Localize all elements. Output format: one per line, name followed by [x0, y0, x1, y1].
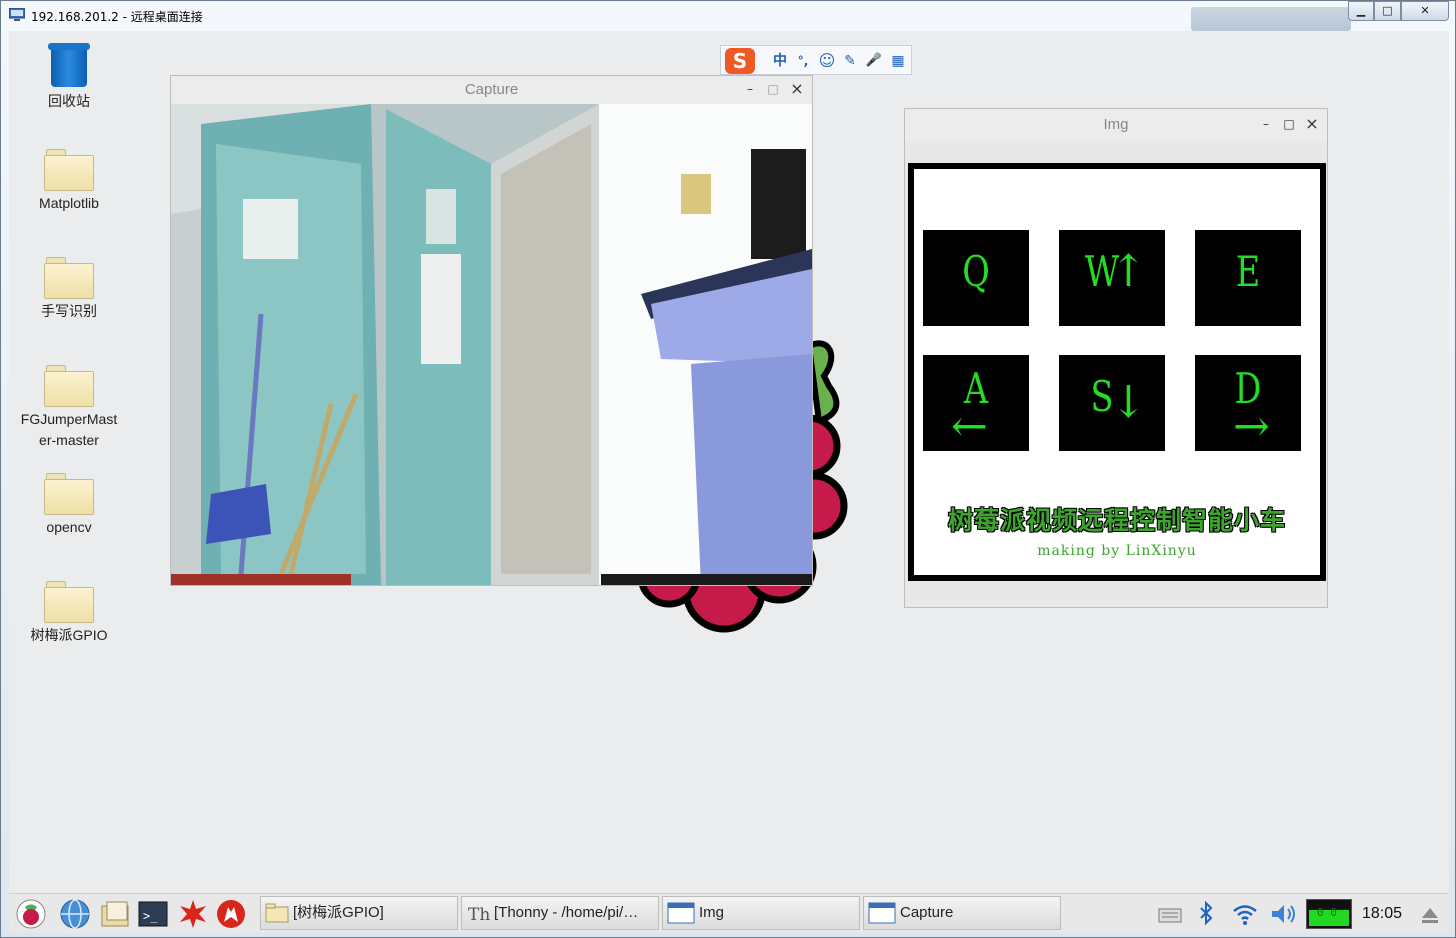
task-label: Capture: [900, 904, 954, 921]
desktop-icon-label: opencv: [46, 519, 92, 535]
taskbar-task-capture[interactable]: Capture: [863, 896, 1061, 930]
minimize-button[interactable]: ▁: [1348, 1, 1374, 21]
window-icon: [868, 902, 896, 924]
raspberry-menu-icon[interactable]: [15, 898, 47, 930]
key-s: S ↓: [1059, 355, 1165, 451]
desktop-icon-label: 树梅派GPIO: [30, 627, 108, 643]
key-q: Q: [923, 230, 1029, 326]
thonny-icon: Th: [468, 905, 490, 923]
window-title: Capture: [464, 81, 519, 98]
desktop-icon-handwriting[interactable]: 手写识别: [9, 257, 129, 322]
browser-globe-icon[interactable]: [59, 898, 91, 930]
maximize-button[interactable]: □: [1280, 115, 1298, 133]
window-title: Img: [1103, 116, 1129, 133]
maximize-button[interactable]: □: [1374, 1, 1401, 21]
desktop-icon-opencv[interactable]: opencv: [9, 473, 129, 538]
key-label: E: [1235, 247, 1261, 296]
folder-icon: [44, 149, 94, 191]
desktop-icon-trash[interactable]: 回收站: [9, 39, 129, 112]
desktop-icon-label: 手写识别: [41, 303, 97, 319]
bluetooth-icon[interactable]: [1195, 900, 1217, 928]
window-icon: [667, 902, 695, 924]
key-a: A ←: [923, 355, 1029, 451]
project-credit: making by LinXinyu: [1037, 543, 1197, 559]
arrow-left-icon: ←: [951, 401, 988, 452]
rdp-title: 192.168.201.2 - 远程桌面连接: [31, 10, 203, 24]
key-label: Q: [962, 247, 990, 296]
trash-icon: [46, 39, 92, 89]
close-button[interactable]: ×: [788, 80, 806, 98]
folder-icon: [44, 581, 94, 623]
ime-mode-toggle[interactable]: 中: [769, 50, 791, 72]
ime-toolbar[interactable]: S 中 °, ☺ ✎ 🎤 ▦: [720, 45, 912, 75]
close-button[interactable]: ✕: [1401, 1, 1449, 21]
skin-icon[interactable]: ✎: [839, 50, 861, 72]
camera-feed: [171, 104, 812, 585]
terminal-icon[interactable]: >_: [137, 898, 169, 930]
taskbar-task-thonny[interactable]: Th [Thonny - /home/pi/…: [461, 896, 659, 930]
remote-desktop[interactable]: 回收站 Matplotlib 手写识别 FGJumperMaster-maste…: [9, 31, 1449, 893]
keyboard-icon[interactable]: [1157, 900, 1183, 928]
svg-text:Th: Th: [468, 905, 490, 923]
task-label: [Thonny - /home/pi/…: [494, 904, 639, 921]
svg-text:>_: >_: [143, 909, 158, 923]
control-panel: Q W ↑ E A ← S ↓ D → 树莓派视频远程控制智能小车 making…: [914, 169, 1320, 575]
taskbar-task-gpio[interactable]: [树梅派GPIO]: [260, 896, 458, 930]
microphone-icon[interactable]: 🎤: [863, 50, 885, 72]
capture-titlebar[interactable]: Capture: [171, 76, 812, 104]
minimize-button[interactable]: –: [1257, 115, 1275, 133]
taskbar: >_ [树梅派GPIO] Th [Thonny - /home/pi/… Img …: [9, 893, 1449, 933]
desktop-icon-label: FGJumperMaster-master: [20, 411, 118, 448]
ime-punctuation-toggle[interactable]: °,: [792, 50, 814, 72]
rdp-window: 192.168.201.2 - 远程桌面连接 ▁ □ ✕ 回收站 Matplot…: [0, 0, 1456, 938]
folder-icon: [44, 257, 94, 299]
apps-grid-icon[interactable]: ▦: [887, 50, 909, 72]
desktop-icon-fgjumper[interactable]: FGJumperMaster-master: [9, 365, 129, 451]
desktop-icon-label: Matplotlib: [39, 195, 99, 211]
key-e: E: [1195, 230, 1301, 326]
capture-window[interactable]: Capture – □ ×: [170, 75, 813, 586]
cpu-label: 0 0: [1317, 906, 1337, 919]
minimize-button[interactable]: –: [741, 80, 759, 98]
file-manager-icon[interactable]: [99, 898, 131, 930]
cpu-monitor[interactable]: 0 0: [1306, 899, 1352, 929]
task-label: Img: [699, 904, 725, 921]
camera-frame-image: [171, 104, 812, 585]
math-kernel-icon[interactable]: [177, 898, 209, 930]
img-window[interactable]: Img – □ × Q W ↑ E A ← S ↓ D → 树莓派视频远程控制智…: [904, 108, 1328, 608]
wolfram-icon[interactable]: [215, 898, 247, 930]
key-d: D →: [1195, 355, 1301, 451]
task-label: [树梅派GPIO]: [293, 904, 384, 921]
eject-icon[interactable]: [1419, 900, 1441, 928]
rdp-titlebar[interactable]: 192.168.201.2 - 远程桌面连接 ▁ □ ✕: [1, 1, 1456, 31]
volume-icon[interactable]: [1269, 900, 1299, 928]
clock[interactable]: 18:05: [1362, 900, 1402, 928]
arrow-right-icon: →: [1233, 401, 1270, 452]
connection-bar[interactable]: [1191, 7, 1351, 31]
maximize-button[interactable]: □: [764, 80, 782, 98]
desktop-icon-gpio[interactable]: 树梅派GPIO: [9, 581, 129, 646]
folder-icon: [44, 473, 94, 515]
control-image: Q W ↑ E A ← S ↓ D → 树莓派视频远程控制智能小车 making…: [908, 163, 1326, 581]
folder-icon: [265, 903, 289, 923]
key-w: W ↑: [1059, 230, 1165, 326]
arrow-up-icon: ↑: [1110, 246, 1147, 297]
desktop-icon-matplotlib[interactable]: Matplotlib: [9, 149, 129, 214]
folder-icon: [44, 365, 94, 407]
emoji-icon[interactable]: ☺: [816, 50, 838, 72]
close-button[interactable]: ×: [1303, 115, 1321, 133]
taskbar-task-img[interactable]: Img: [662, 896, 860, 930]
desktop-icon-label: 回收站: [48, 93, 90, 109]
arrow-down-icon: ↓: [1110, 377, 1147, 428]
wifi-icon[interactable]: [1231, 900, 1259, 928]
sogou-logo-icon[interactable]: S: [725, 48, 755, 74]
remote-desktop-icon: [9, 8, 25, 21]
project-heading: 树莓派视频远程控制智能小车: [947, 506, 1286, 535]
